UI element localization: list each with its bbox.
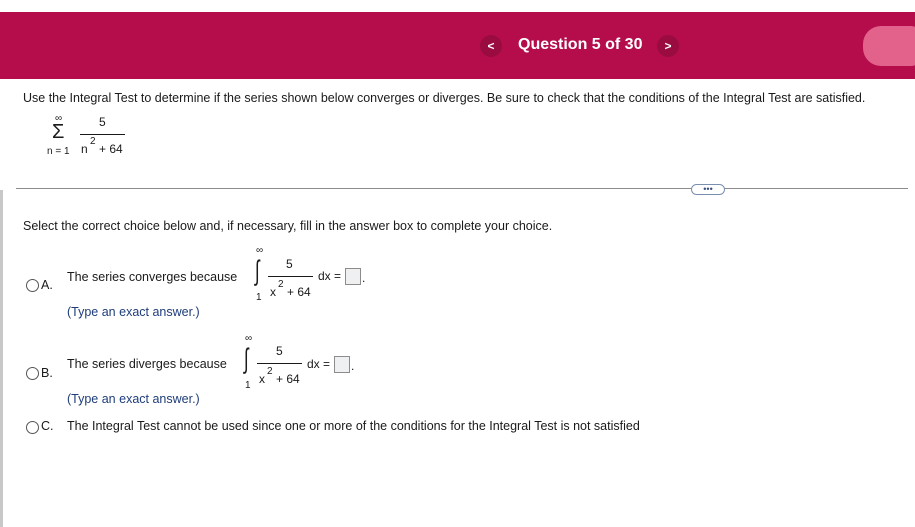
- option-a-integral-sign: ∫: [255, 255, 260, 286]
- header-bar: < Question 5 of 30 >: [0, 12, 915, 79]
- option-a-text: The series converges because: [67, 270, 238, 284]
- option-c-text: The Integral Test cannot be used since o…: [67, 419, 640, 433]
- option-c-letter: C.: [41, 419, 54, 433]
- option-a-answer-box[interactable]: [345, 268, 361, 285]
- option-b-denominator-base: x: [259, 372, 265, 386]
- option-a-denominator-base: x: [270, 285, 276, 299]
- option-b-period: .: [351, 359, 355, 373]
- option-b-denominator-rest: + 64: [276, 372, 300, 386]
- option-b-radio[interactable]: [26, 367, 39, 380]
- option-b-integral-lower: 1: [245, 380, 251, 391]
- option-b-text: The series diverges because: [67, 357, 227, 371]
- option-b-integral-sign: ∫: [244, 343, 249, 374]
- option-a-denominator-exponent: 2: [278, 279, 284, 290]
- question-counter: Question 5 of 30: [518, 36, 643, 53]
- option-a-hint: (Type an exact answer.): [67, 305, 200, 319]
- option-b-denominator-exponent: 2: [267, 366, 273, 377]
- series-denominator-rest: + 64: [99, 142, 123, 156]
- option-a-dx: dx =: [318, 269, 342, 283]
- option-a-numerator: 5: [286, 257, 293, 271]
- option-b-hint: (Type an exact answer.): [67, 392, 200, 406]
- previous-question-button[interactable]: <: [480, 35, 502, 57]
- option-b-answer-box[interactable]: [334, 356, 350, 373]
- option-b-numerator: 5: [276, 344, 283, 358]
- next-question-button[interactable]: >: [657, 35, 679, 57]
- option-a-integral-lower: 1: [256, 292, 262, 303]
- left-edge-line: [0, 190, 3, 527]
- series-denominator-exponent: 2: [90, 136, 96, 147]
- header-corner-badge: [863, 26, 915, 66]
- series-fraction-bar: [80, 134, 125, 135]
- series-numerator: 5: [99, 115, 106, 129]
- option-b-dx: dx =: [307, 357, 331, 371]
- option-b-letter: B.: [41, 366, 53, 380]
- option-a-fraction-bar: [268, 276, 313, 277]
- option-a-radio[interactable]: [26, 279, 39, 292]
- more-options-button[interactable]: •••: [691, 184, 725, 195]
- option-a-period: .: [362, 271, 366, 285]
- option-a-denominator-rest: + 64: [287, 285, 311, 299]
- instruction-text: Select the correct choice below and, if …: [23, 219, 553, 233]
- series-lower-limit: n = 1: [47, 146, 70, 157]
- series-denominator-base: n: [81, 142, 88, 156]
- option-c-radio[interactable]: [26, 421, 39, 434]
- question-prompt: Use the Integral Test to determine if th…: [23, 91, 866, 105]
- section-divider: [16, 188, 908, 189]
- option-a-letter: A.: [41, 278, 53, 292]
- option-b-fraction-bar: [257, 363, 302, 364]
- sigma-symbol: Σ: [52, 121, 65, 143]
